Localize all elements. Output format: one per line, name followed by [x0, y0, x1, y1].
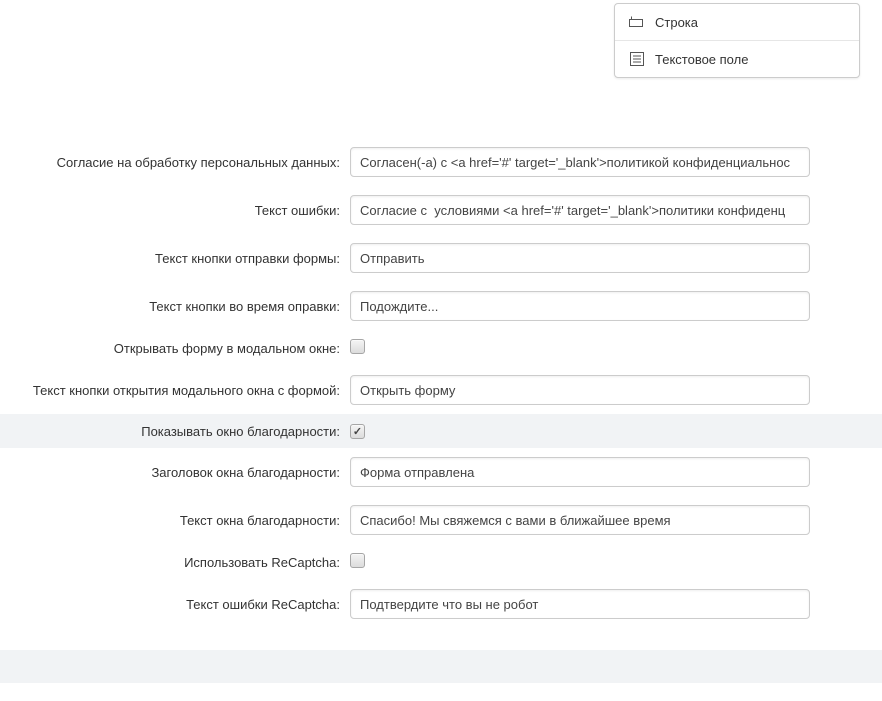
row-sending-button: Текст кнопки во время оправки:	[0, 282, 882, 330]
input-recaptcha-error[interactable]	[350, 589, 810, 619]
input-thanks-title[interactable]	[350, 457, 810, 487]
label-recaptcha-error: Текст ошибки ReCaptcha:	[0, 597, 350, 612]
input-consent[interactable]	[350, 147, 810, 177]
label-open-modal: Открывать форму в модальном окне:	[0, 341, 350, 356]
row-thanks-title: Заголовок окна благодарности:	[0, 448, 882, 496]
string-field-icon	[629, 14, 645, 30]
dropdown-item-textarea[interactable]: Текстовое поле	[615, 41, 859, 77]
label-thanks-title: Заголовок окна благодарности:	[0, 465, 350, 480]
row-show-thanks: Показывать окно благодарности:	[0, 414, 882, 448]
label-submit-button: Текст кнопки отправки формы:	[0, 251, 350, 266]
row-submit-button: Текст кнопки отправки формы:	[0, 234, 882, 282]
input-sending-button[interactable]	[350, 291, 810, 321]
label-modal-button-text: Текст кнопки открытия модального окна с …	[0, 383, 350, 398]
dropdown-item-label: Строка	[655, 15, 698, 30]
label-show-thanks: Показывать окно благодарности:	[0, 424, 350, 439]
label-use-recaptcha: Использовать ReCaptcha:	[0, 555, 350, 570]
row-error-text: Текст ошибки:	[0, 186, 882, 234]
input-thanks-text[interactable]	[350, 505, 810, 535]
label-error-text: Текст ошибки:	[0, 203, 350, 218]
checkbox-use-recaptcha[interactable]	[350, 553, 365, 568]
label-consent: Согласие на обработку персональных данны…	[0, 155, 350, 170]
row-use-recaptcha: Использовать ReCaptcha:	[0, 544, 882, 580]
dropdown-item-label: Текстовое поле	[655, 52, 748, 67]
settings-form: Согласие на обработку персональных данны…	[0, 138, 882, 648]
label-sending-button: Текст кнопки во время оправки:	[0, 299, 350, 314]
row-modal-button-text: Текст кнопки открытия модального окна с …	[0, 366, 882, 414]
row-consent: Согласие на обработку персональных данны…	[0, 138, 882, 186]
textarea-field-icon	[629, 51, 645, 67]
checkbox-show-thanks[interactable]	[350, 424, 365, 439]
dropdown-item-string[interactable]: Строка	[615, 4, 859, 41]
checkbox-open-modal[interactable]	[350, 339, 365, 354]
input-modal-button-text[interactable]	[350, 375, 810, 405]
input-submit-button[interactable]	[350, 243, 810, 273]
input-error-text[interactable]	[350, 195, 810, 225]
label-thanks-text: Текст окна благодарности:	[0, 513, 350, 528]
footer-bar	[0, 650, 882, 683]
row-recaptcha-error: Текст ошибки ReCaptcha:	[0, 580, 882, 628]
row-thanks-text: Текст окна благодарности:	[0, 496, 882, 544]
row-open-modal: Открывать форму в модальном окне:	[0, 330, 882, 366]
field-type-dropdown: Строка Текстовое поле	[614, 3, 860, 78]
